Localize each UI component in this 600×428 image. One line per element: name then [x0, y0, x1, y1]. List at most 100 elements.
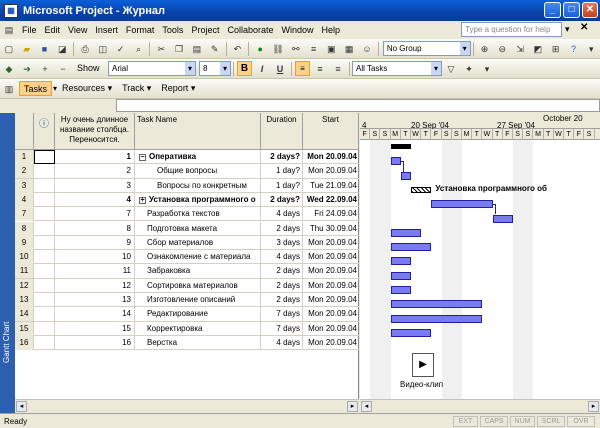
permission-icon[interactable]: ◪ [55, 42, 69, 56]
scroll-to-task-icon[interactable]: ⇲ [513, 42, 527, 56]
row-number[interactable]: 12 [15, 278, 34, 293]
menu-insert[interactable]: Insert [91, 25, 122, 35]
gantt-chart[interactable]: 4 20 Sep '04 27 Sep '04 October 20 FSSMT… [360, 113, 600, 399]
entry-field[interactable] [116, 99, 600, 112]
start-cell[interactable]: Mon 20.09.04 [303, 150, 359, 164]
task-name-cell[interactable]: Верстка [135, 335, 261, 350]
duration-cell[interactable]: 1 day? [261, 178, 303, 193]
table-row[interactable]: 14 14 Редактирование 7 days Mon 20.09.04 [15, 307, 359, 322]
duration-cell[interactable]: 2 days [261, 264, 303, 279]
row-number[interactable]: 7 [15, 207, 34, 222]
task-name-cell[interactable]: Изготовление описаний [135, 293, 261, 307]
row-number[interactable]: 4 [15, 192, 34, 207]
menu-format[interactable]: Format [122, 25, 159, 35]
table-row[interactable]: 3 3 Вопросы по конкретным 1 day? Tue 21.09.0… [15, 178, 359, 193]
start-cell[interactable]: Mon 20.09.04 [303, 250, 359, 264]
row-number[interactable]: 2 [15, 164, 34, 179]
table-row[interactable]: 8 8 Подготовка макета 2 days Thu 30.09.04 [15, 221, 359, 236]
table-row[interactable]: 12 12 Сортировка материалов 2 days Mon 20.09… [15, 278, 359, 293]
indicator-cell[interactable] [34, 293, 55, 307]
task-bar[interactable] [390, 286, 411, 294]
task-bar[interactable] [390, 328, 432, 337]
guide-report-button[interactable]: Report ▾ [157, 81, 199, 96]
menu-help[interactable]: Help [318, 25, 345, 35]
id-cell[interactable]: 15 [55, 321, 135, 336]
indicator-cell[interactable] [34, 192, 55, 207]
row-number[interactable]: 3 [15, 178, 34, 193]
table-row[interactable]: 11 11 Забраковка 2 days Mon 20.09.04 [15, 264, 359, 279]
row-number[interactable]: 8 [15, 221, 34, 236]
link-tasks-icon[interactable]: ⛓ [271, 42, 285, 56]
duration-cell[interactable]: 4 days [261, 250, 303, 265]
id-cell[interactable]: 7 [55, 207, 135, 222]
gantt-horizontal-scrollbar[interactable]: ◂ ▸ [360, 399, 600, 412]
autofilter-icon[interactable]: ▽ [444, 62, 458, 76]
duration-cell[interactable]: 2 days? [261, 150, 303, 164]
indicator-cell[interactable] [34, 250, 55, 265]
align-right-button[interactable]: ≡ [331, 62, 345, 76]
guide-resources-button[interactable]: Resources ▾ [58, 81, 116, 96]
row-number[interactable]: 1 [15, 150, 34, 164]
indicator-cell[interactable] [34, 264, 55, 279]
row-number[interactable]: 15 [15, 321, 34, 336]
grid-horizontal-scrollbar[interactable]: ◂ ▸ [15, 399, 359, 412]
id-cell[interactable]: 3 [55, 178, 135, 193]
task-bar[interactable] [390, 300, 483, 309]
task-name-cell[interactable]: + Установка программного о [135, 192, 261, 207]
assign-resources-icon[interactable]: ☺ [360, 42, 374, 56]
task-name-cell[interactable]: Общие вопросы [135, 164, 261, 179]
research-icon[interactable]: ⌕ [132, 42, 146, 56]
filter-select[interactable]: All Tasks [352, 61, 442, 76]
id-cell[interactable]: 10 [55, 250, 135, 265]
copy-icon[interactable]: ❐ [172, 42, 186, 56]
show-subtasks-icon[interactable]: + [38, 62, 52, 76]
guide-tasks-button[interactable]: Tasks [19, 81, 53, 96]
menu-tools[interactable]: Tools [158, 25, 187, 35]
task-bar[interactable] [390, 257, 411, 266]
start-cell[interactable]: Thu 30.09.04 [303, 222, 359, 236]
id-cell[interactable]: 9 [55, 235, 135, 250]
view-bar[interactable]: Gantt Chart [0, 113, 15, 413]
duration-cell[interactable]: 3 days [261, 235, 303, 250]
task-bar[interactable] [431, 200, 493, 209]
info-column-header[interactable]: ⓘ [34, 113, 55, 150]
table-row[interactable]: 1 1− Оперативка 2 days? Mon 20.09.04 [15, 150, 359, 165]
row-number[interactable]: 14 [15, 307, 34, 322]
table-row[interactable]: 15 15 Корректировка 7 days Mon 20.09.04 [15, 321, 359, 336]
id-cell[interactable]: 14 [55, 307, 135, 322]
duration-cell[interactable]: 4 days [261, 335, 303, 350]
task-bar[interactable] [390, 228, 422, 237]
task-bar[interactable] [492, 214, 513, 223]
duration-cell[interactable]: 2 days? [261, 192, 303, 207]
task-bar[interactable] [390, 243, 432, 252]
format-painter-icon[interactable]: ✎ [208, 42, 222, 56]
unlink-tasks-icon[interactable]: ⚯ [289, 42, 303, 56]
menu-collaborate[interactable]: Collaborate [223, 25, 277, 35]
row-number[interactable]: 16 [15, 335, 34, 350]
duration-header[interactable]: Duration [261, 113, 303, 150]
show-menu-button[interactable]: Show ▾ [73, 61, 107, 88]
task-name-cell[interactable]: Вопросы по конкретным [135, 178, 261, 193]
task-name-cell[interactable]: Подготовка макета [135, 221, 261, 236]
menu-view[interactable]: View [64, 25, 91, 35]
task-name-cell[interactable]: − Оперативка [135, 150, 261, 164]
menu-window[interactable]: Window [277, 25, 317, 35]
id-cell[interactable]: 16 [55, 335, 135, 350]
copy-picture-icon[interactable]: ◩ [531, 42, 545, 56]
help-dropdown-icon[interactable]: ▾ [565, 24, 570, 35]
start-cell[interactable]: Mon 20.09.04 [303, 236, 359, 250]
task-name-cell[interactable]: Забраковка [135, 264, 261, 279]
spelling-icon[interactable]: ✓ [114, 42, 128, 56]
help-icon[interactable]: ? [567, 42, 581, 56]
rolled-up-summary-bar[interactable] [411, 186, 432, 193]
group-by-select[interactable]: No Group [382, 41, 471, 56]
start-cell[interactable]: Mon 20.09.04 [303, 279, 359, 293]
indicator-cell[interactable] [34, 235, 55, 250]
undo-icon[interactable]: ↶ [231, 42, 245, 56]
task-name-cell[interactable]: Редактирование [135, 307, 261, 322]
indicator-cell[interactable] [34, 221, 55, 236]
task-bar[interactable] [390, 157, 401, 166]
paste-icon[interactable]: ▤ [190, 42, 204, 56]
task-name-cell[interactable]: Корректировка [135, 321, 261, 336]
start-cell[interactable]: Tue 21.09.04 [303, 179, 359, 193]
